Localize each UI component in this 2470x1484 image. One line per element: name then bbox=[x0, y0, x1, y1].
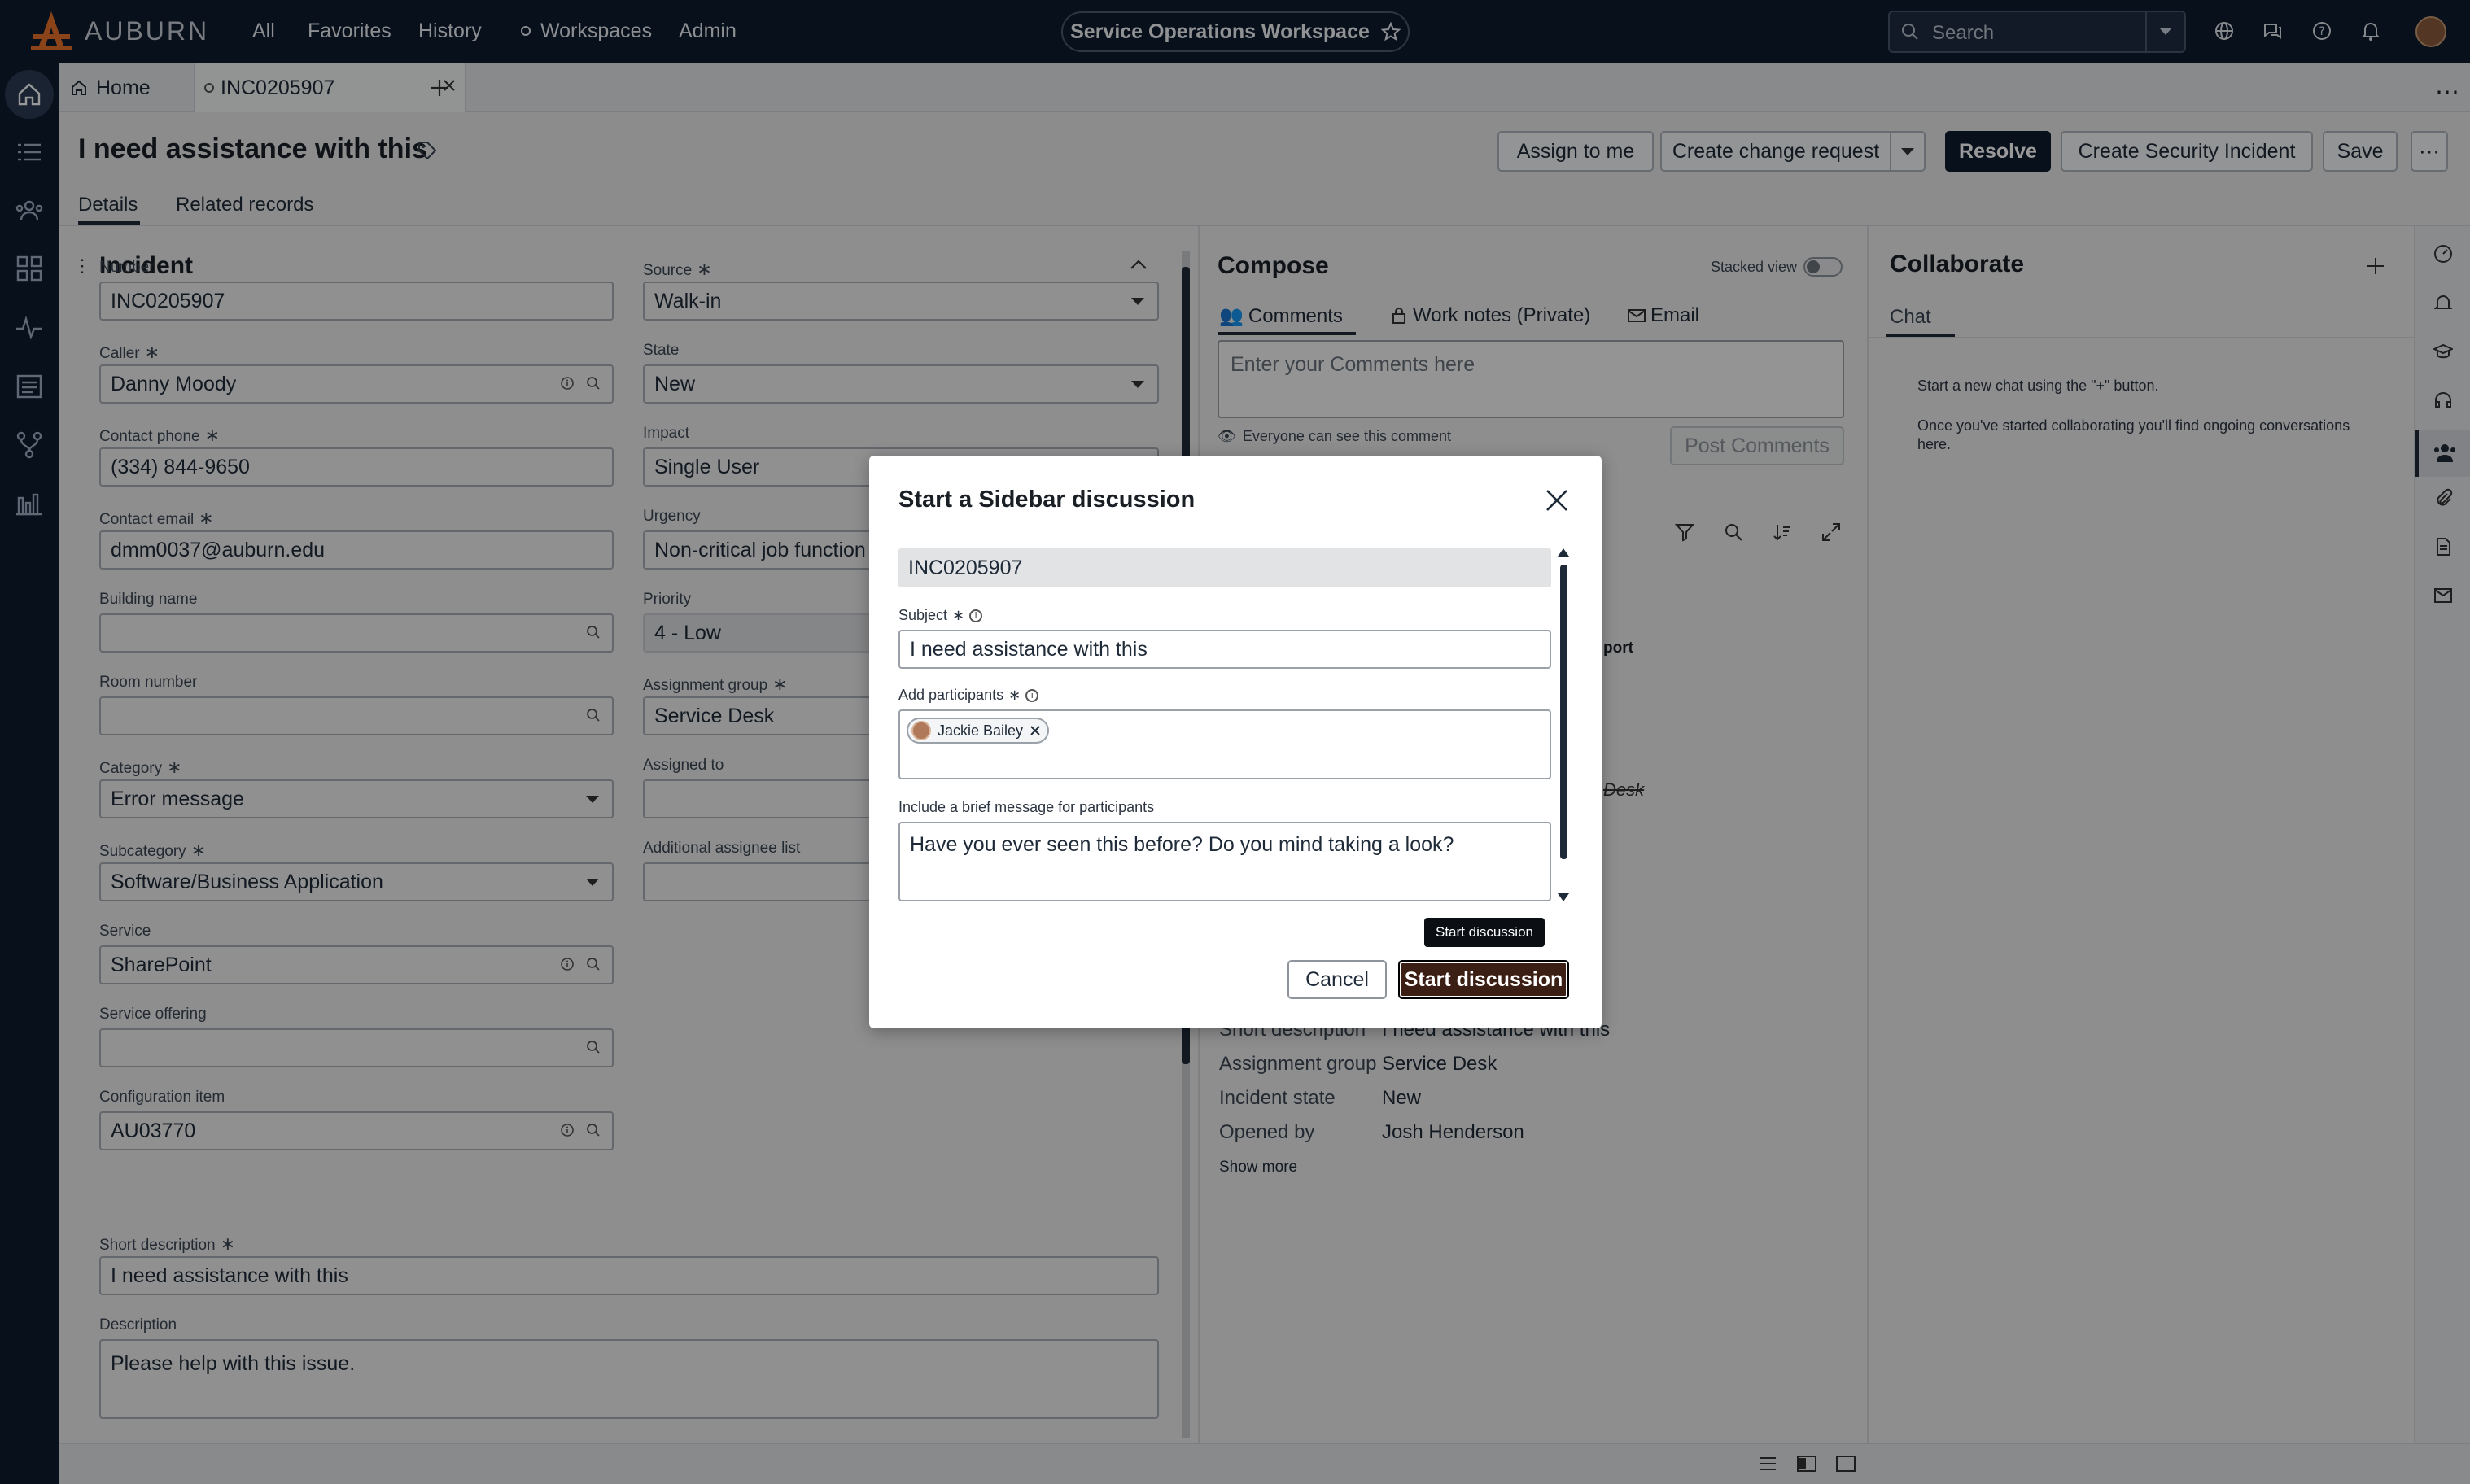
info-icon: i bbox=[969, 609, 983, 622]
start-discussion-button[interactable]: Start discussion bbox=[1398, 960, 1569, 999]
dialog-title: Start a Sidebar discussion bbox=[898, 487, 1196, 513]
participants-label: Add participants ∗ i bbox=[898, 687, 1039, 704]
message-label: Include a brief message for participants bbox=[898, 799, 1155, 815]
record-reference-field: INC0205907 bbox=[898, 548, 1551, 587]
start-discussion-tooltip: Start discussion bbox=[1424, 918, 1545, 947]
sidebar-discussion-dialog: Start a Sidebar discussion INC0205907 Su… bbox=[869, 456, 1602, 1028]
remove-participant-icon[interactable] bbox=[1030, 725, 1041, 736]
participant-avatar bbox=[911, 721, 931, 740]
cancel-button[interactable]: Cancel bbox=[1287, 960, 1387, 999]
subject-input[interactable]: I need assistance with this bbox=[898, 630, 1551, 669]
dialog-scrollbar[interactable] bbox=[1558, 548, 1569, 906]
subject-label: Subject ∗ i bbox=[898, 607, 983, 624]
participant-name: Jackie Bailey bbox=[938, 722, 1024, 739]
message-textarea[interactable]: Have you ever seen this before? Do you m… bbox=[898, 822, 1551, 901]
info-icon: i bbox=[1025, 688, 1039, 702]
close-dialog-icon[interactable] bbox=[1545, 488, 1569, 513]
participant-chip[interactable]: Jackie Bailey bbox=[907, 718, 1050, 744]
participants-input[interactable]: Jackie Bailey bbox=[898, 709, 1551, 779]
